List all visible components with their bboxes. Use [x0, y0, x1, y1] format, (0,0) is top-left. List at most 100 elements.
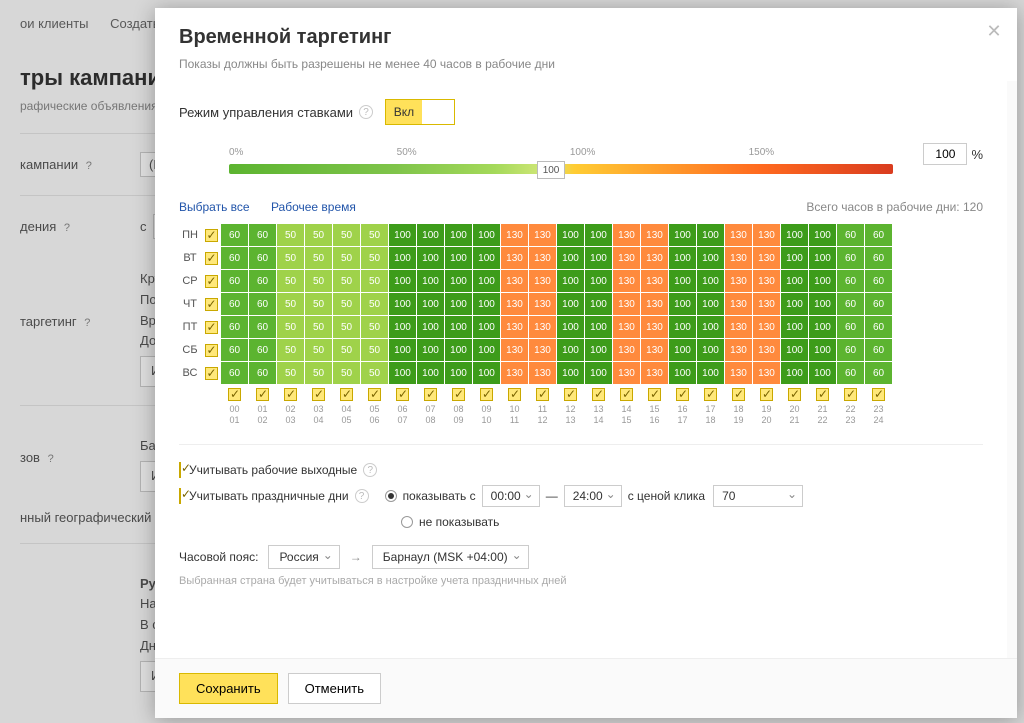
schedule-cell[interactable]: 50 [333, 270, 360, 292]
schedule-cell[interactable]: 60 [837, 270, 864, 292]
schedule-cell[interactable]: 130 [501, 293, 528, 315]
schedule-cell[interactable]: 60 [221, 316, 248, 338]
noshow-radio[interactable] [401, 516, 413, 528]
schedule-cell[interactable]: 50 [305, 224, 332, 246]
schedule-cell[interactable]: 60 [221, 224, 248, 246]
schedule-cell[interactable]: 50 [333, 362, 360, 384]
schedule-cell[interactable]: 50 [333, 339, 360, 361]
schedule-cell[interactable]: 100 [809, 339, 836, 361]
help-icon[interactable]: ? [355, 489, 369, 503]
schedule-cell[interactable]: 100 [669, 362, 696, 384]
schedule-cell[interactable]: 60 [221, 247, 248, 269]
schedule-cell[interactable]: 50 [277, 293, 304, 315]
schedule-cell[interactable]: 100 [445, 247, 472, 269]
schedule-cell[interactable]: 60 [221, 362, 248, 384]
schedule-cell[interactable]: 50 [277, 362, 304, 384]
schedule-cell[interactable]: 130 [753, 339, 780, 361]
schedule-cell[interactable]: 100 [417, 270, 444, 292]
schedule-cell[interactable]: 100 [445, 362, 472, 384]
schedule-cell[interactable]: 100 [781, 339, 808, 361]
schedule-cell[interactable]: 100 [669, 224, 696, 246]
schedule-cell[interactable]: 100 [809, 247, 836, 269]
schedule-cell[interactable]: 100 [585, 316, 612, 338]
hour-checkbox[interactable] [452, 388, 465, 401]
hour-checkbox[interactable] [620, 388, 633, 401]
schedule-cell[interactable]: 100 [697, 316, 724, 338]
schedule-cell[interactable]: 50 [277, 224, 304, 246]
schedule-cell[interactable]: 100 [585, 362, 612, 384]
schedule-cell[interactable]: 100 [473, 224, 500, 246]
schedule-cell[interactable]: 100 [389, 293, 416, 315]
schedule-cell[interactable]: 100 [697, 362, 724, 384]
schedule-cell[interactable]: 100 [781, 270, 808, 292]
schedule-cell[interactable]: 100 [585, 339, 612, 361]
schedule-cell[interactable]: 50 [277, 247, 304, 269]
schedule-cell[interactable]: 100 [809, 362, 836, 384]
day-checkbox[interactable] [205, 275, 218, 288]
schedule-cell[interactable]: 130 [725, 339, 752, 361]
schedule-cell[interactable]: 130 [613, 339, 640, 361]
schedule-cell[interactable]: 60 [837, 247, 864, 269]
schedule-cell[interactable]: 50 [361, 362, 388, 384]
schedule-cell[interactable]: 100 [809, 316, 836, 338]
schedule-cell[interactable]: 100 [585, 270, 612, 292]
hour-checkbox[interactable] [480, 388, 493, 401]
schedule-cell[interactable]: 100 [557, 224, 584, 246]
day-checkbox[interactable] [205, 229, 218, 242]
schedule-cell[interactable]: 130 [501, 362, 528, 384]
holidays-checkbox[interactable] [179, 488, 181, 504]
schedule-cell[interactable]: 100 [473, 339, 500, 361]
schedule-cell[interactable]: 60 [837, 224, 864, 246]
schedule-cell[interactable]: 100 [389, 339, 416, 361]
day-checkbox[interactable] [205, 298, 218, 311]
schedule-cell[interactable]: 100 [669, 247, 696, 269]
schedule-cell[interactable]: 100 [417, 339, 444, 361]
schedule-cell[interactable]: 100 [557, 247, 584, 269]
schedule-cell[interactable]: 130 [753, 293, 780, 315]
hour-checkbox[interactable] [368, 388, 381, 401]
schedule-cell[interactable]: 60 [837, 362, 864, 384]
schedule-cell[interactable]: 60 [837, 339, 864, 361]
help-icon[interactable]: ? [359, 105, 373, 119]
schedule-cell[interactable]: 50 [361, 316, 388, 338]
hour-checkbox[interactable] [732, 388, 745, 401]
schedule-cell[interactable]: 50 [305, 316, 332, 338]
hour-checkbox[interactable] [312, 388, 325, 401]
schedule-cell[interactable]: 100 [585, 293, 612, 315]
hour-checkbox[interactable] [424, 388, 437, 401]
hour-checkbox[interactable] [704, 388, 717, 401]
schedule-cell[interactable]: 130 [753, 224, 780, 246]
hour-checkbox[interactable] [592, 388, 605, 401]
tz-city-select[interactable]: Барнаул (MSK +04:00) [372, 545, 529, 569]
schedule-cell[interactable]: 130 [753, 247, 780, 269]
schedule-cell[interactable]: 130 [641, 270, 668, 292]
slider-track[interactable]: 100 [229, 164, 893, 174]
hour-checkbox[interactable] [340, 388, 353, 401]
schedule-cell[interactable]: 60 [221, 270, 248, 292]
schedule-cell[interactable]: 60 [865, 247, 892, 269]
schedule-cell[interactable]: 100 [417, 247, 444, 269]
schedule-cell[interactable]: 50 [361, 247, 388, 269]
select-all-link[interactable]: Выбрать все [179, 200, 250, 214]
schedule-cell[interactable]: 100 [445, 270, 472, 292]
hour-checkbox[interactable] [564, 388, 577, 401]
schedule-cell[interactable]: 130 [725, 224, 752, 246]
schedule-cell[interactable]: 130 [725, 247, 752, 269]
schedule-cell[interactable]: 130 [725, 362, 752, 384]
help-icon[interactable]: ? [363, 463, 377, 477]
schedule-cell[interactable]: 130 [529, 293, 556, 315]
schedule-cell[interactable]: 100 [697, 247, 724, 269]
schedule-cell[interactable]: 130 [529, 224, 556, 246]
schedule-cell[interactable]: 130 [529, 247, 556, 269]
schedule-cell[interactable]: 100 [389, 362, 416, 384]
hour-checkbox[interactable] [256, 388, 269, 401]
schedule-cell[interactable]: 60 [249, 247, 276, 269]
schedule-cell[interactable]: 100 [445, 293, 472, 315]
schedule-cell[interactable]: 100 [473, 316, 500, 338]
hour-checkbox[interactable] [676, 388, 689, 401]
day-checkbox[interactable] [205, 344, 218, 357]
schedule-cell[interactable]: 130 [641, 316, 668, 338]
schedule-cell[interactable]: 100 [781, 247, 808, 269]
schedule-cell[interactable]: 60 [249, 316, 276, 338]
schedule-cell[interactable]: 130 [641, 339, 668, 361]
